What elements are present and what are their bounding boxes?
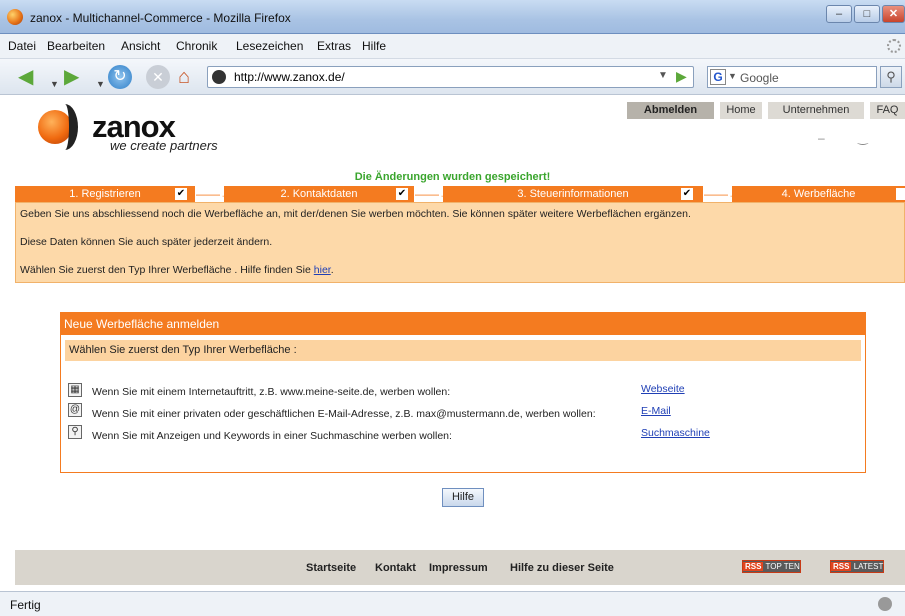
- rss-tag: RSS: [743, 562, 764, 571]
- menu-datei[interactable]: Datei: [8, 39, 36, 53]
- firefox-icon: [7, 9, 23, 25]
- menu-bearbeiten[interactable]: Bearbeiten: [47, 39, 105, 53]
- search-magnifier-icon[interactable]: ⚲: [880, 66, 902, 88]
- registration-steps: 1. Registrieren ✔ ——→ 2. Kontaktdaten ✔ …: [0, 186, 905, 202]
- status-bar: Fertig: [0, 591, 905, 616]
- menu-lesezeichen[interactable]: Lesezeichen: [236, 39, 303, 53]
- email-icon: @: [68, 403, 82, 417]
- url-text[interactable]: http://www.zanox.de/: [234, 70, 345, 84]
- maximize-button[interactable]: □: [854, 5, 880, 23]
- help-button[interactable]: Hilfe: [442, 488, 484, 507]
- close-button[interactable]: ✕: [882, 5, 905, 23]
- website-link[interactable]: Webseite: [641, 383, 685, 395]
- rss-label: TOP TEN: [765, 562, 800, 571]
- search-box[interactable]: G ▼ Google: [707, 66, 877, 88]
- status-indicator-icon: [878, 597, 892, 611]
- option-website-text: Wenn Sie mit einem Internetauftritt, z.B…: [92, 386, 451, 398]
- menu-ansicht[interactable]: Ansicht: [121, 39, 160, 53]
- search-input[interactable]: Google: [740, 71, 779, 85]
- search-engine-dropdown-icon[interactable]: ▼: [728, 71, 737, 81]
- step-1: 1. Registrieren ✔: [15, 186, 195, 202]
- search-engine-link[interactable]: Suchmaschine: [641, 427, 710, 439]
- rss-tag: RSS: [831, 562, 852, 571]
- instructions-line-3-text: Wählen Sie zuerst den Typ Ihrer Werbeflä…: [20, 264, 314, 276]
- footer-link-startseite[interactable]: Startseite: [306, 562, 356, 574]
- instructions-line-2: Diese Daten können Sie auch später jeder…: [20, 236, 273, 248]
- saved-confirmation: Die Änderungen wurden gespeichert!: [354, 171, 551, 183]
- panel-subtitle: Wählen Sie zuerst den Typ Ihrer Werbeflä…: [65, 340, 861, 361]
- menu-hilfe[interactable]: Hilfe: [362, 39, 386, 53]
- step-label: 1. Registrieren: [69, 188, 141, 200]
- instructions-line-3: Wählen Sie zuerst den Typ Ihrer Werbeflä…: [20, 264, 334, 276]
- stop-icon[interactable]: ✕: [146, 65, 170, 89]
- zanox-logo-arc: [52, 104, 78, 150]
- logout-button[interactable]: Abmelden: [627, 102, 714, 119]
- step-checkbox-icon: [896, 188, 905, 200]
- url-history-dropdown-icon[interactable]: ▼: [658, 70, 668, 81]
- rss-label: LATEST: [853, 562, 884, 571]
- email-link[interactable]: E-Mail: [641, 405, 671, 417]
- activity-throbber-icon: [887, 39, 901, 53]
- step-label: 2. Kontaktdaten: [280, 188, 358, 200]
- menu-chronik[interactable]: Chronik: [176, 39, 217, 53]
- instructions-box: Geben Sie uns abschliessend noch die Wer…: [15, 202, 905, 283]
- nav-faq-link[interactable]: FAQ: [870, 102, 905, 119]
- reload-icon[interactable]: ↻: [108, 65, 132, 89]
- new-adspace-panel: Neue Werbefläche anmelden Wählen Sie zue…: [60, 312, 866, 473]
- nav-home-link[interactable]: Home: [720, 102, 762, 119]
- panel-title: Neue Werbefläche anmelden: [61, 313, 865, 335]
- home-icon[interactable]: ⌂: [178, 66, 190, 88]
- footer-link-impressum[interactable]: Impressum: [429, 562, 488, 574]
- website-icon: ▦: [68, 383, 82, 397]
- window-titlebar: zanox - Multichannel-Commerce - Mozilla …: [0, 0, 905, 34]
- nav-company-link[interactable]: Unternehmen: [768, 102, 864, 119]
- step-checkbox-icon: ✔: [681, 188, 693, 200]
- back-arrow-icon[interactable]: ◀: [18, 66, 33, 88]
- rss-latest-badge[interactable]: RSS LATEST: [830, 560, 885, 573]
- footer-link-hilfe[interactable]: Hilfe zu dieser Seite: [510, 562, 614, 574]
- help-here-link[interactable]: hier: [314, 264, 331, 276]
- step-checkbox-icon: ✔: [396, 188, 408, 200]
- go-arrow-icon[interactable]: ▶: [676, 68, 687, 85]
- menu-extras[interactable]: Extras: [317, 39, 351, 53]
- page-footer: Startseite Kontakt Impressum Hilfe zu di…: [15, 550, 905, 585]
- page-content: zanox we create partners Abmelden Home U…: [0, 96, 905, 591]
- option-search-text: Wenn Sie mit Anzeigen und Keywords in ei…: [92, 430, 452, 442]
- back-history-dropdown-icon[interactable]: ▼: [50, 73, 59, 95]
- decorative-dash: –: [818, 131, 825, 145]
- address-bar[interactable]: http://www.zanox.de/ ▼ ▶: [207, 66, 694, 88]
- step-4: 4. Werbefläche: [732, 186, 905, 202]
- window-title: zanox - Multichannel-Commerce - Mozilla …: [30, 11, 291, 25]
- forward-history-dropdown-icon[interactable]: ▼: [96, 73, 105, 95]
- option-email-text: Wenn Sie mit einer privaten oder geschäf…: [92, 408, 596, 420]
- menu-bar: Datei Bearbeiten Ansicht Chronik Lesezei…: [0, 34, 905, 59]
- step-2: 2. Kontaktdaten ✔: [224, 186, 414, 202]
- step-label: 4. Werbefläche: [781, 188, 856, 200]
- zanox-tagline: we create partners: [110, 138, 218, 153]
- site-identity-icon[interactable]: [212, 70, 226, 84]
- search-engine-icon: ⚲: [68, 425, 82, 439]
- step-checkbox-icon: ✔: [175, 188, 187, 200]
- step-label: 3. Steuerinformationen: [517, 188, 629, 200]
- rss-top-ten-badge[interactable]: RSS TOP TEN: [742, 560, 801, 573]
- decorative-curve: ‿: [858, 131, 868, 145]
- instructions-line-3-end: .: [330, 264, 334, 276]
- forward-arrow-icon[interactable]: ▶: [64, 66, 79, 88]
- step-3: 3. Steuerinformationen ✔: [443, 186, 703, 202]
- status-text: Fertig: [10, 598, 41, 612]
- footer-link-kontakt[interactable]: Kontakt: [375, 562, 416, 574]
- google-engine-icon[interactable]: G: [710, 69, 726, 85]
- instructions-line-1: Geben Sie uns abschliessend noch die Wer…: [20, 208, 691, 220]
- minimize-button[interactable]: –: [826, 5, 852, 23]
